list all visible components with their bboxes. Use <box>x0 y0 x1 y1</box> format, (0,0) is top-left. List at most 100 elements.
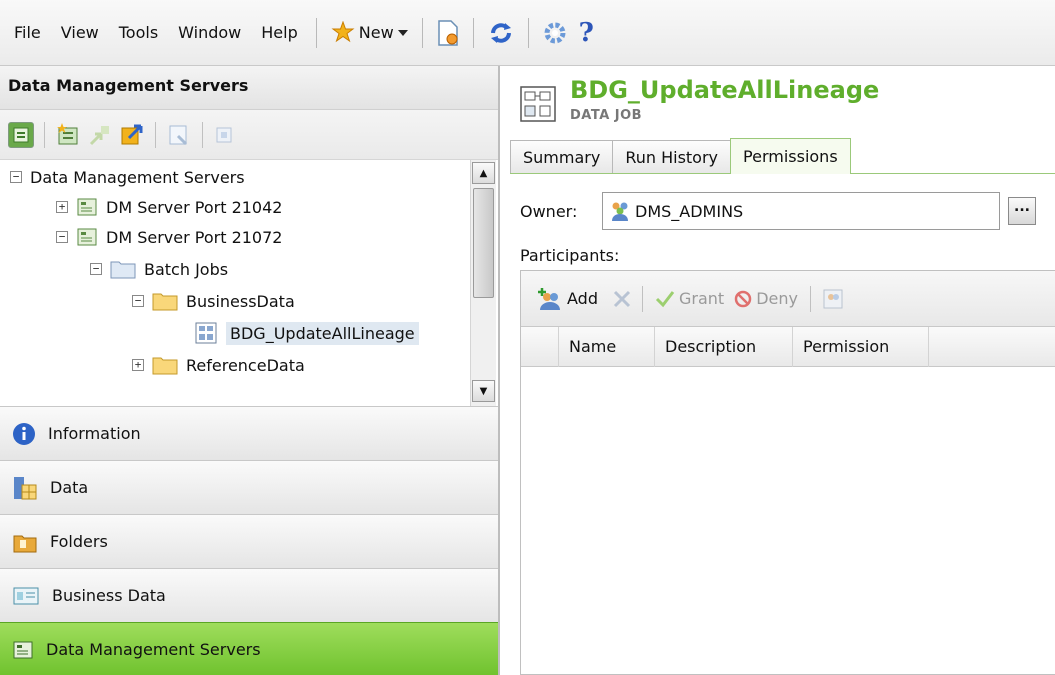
data-job-icon <box>518 84 558 124</box>
deny-icon <box>734 290 752 308</box>
tree-item-batch-jobs[interactable]: − Batch Jobs <box>90 254 228 284</box>
participants-toolbar: Add Grant Deny <box>521 271 1055 327</box>
toolbar-separator <box>202 121 203 148</box>
check-icon <box>655 289 675 309</box>
tree-item-referencedata[interactable]: + ReferenceData <box>132 350 305 380</box>
accordion-folders[interactable]: Folders <box>0 514 498 568</box>
tree-item-label: BDG_UpdateAllLineage <box>226 321 419 345</box>
tree-item-label: Data Management Servers <box>30 167 245 187</box>
copy-icon <box>213 124 235 146</box>
grid-header-spacer <box>521 326 559 367</box>
tree-item-bdg-updatealllineage[interactable]: BDG_UpdateAllLineage <box>194 318 419 348</box>
data-table-icon <box>12 475 38 501</box>
folders-icon <box>12 530 38 554</box>
tree-item-label: DM Server Port 21042 <box>106 197 283 217</box>
properties-icon <box>166 122 192 148</box>
new-server-icon[interactable] <box>55 122 81 148</box>
folder-icon <box>152 354 178 376</box>
detail-pane: BDG_UpdateAllLineage DATA JOB Summary Ru… <box>502 66 1055 675</box>
deny-button-label: Deny <box>756 289 798 308</box>
accordion-information[interactable]: Information <box>0 406 498 460</box>
data-job-icon <box>194 321 218 345</box>
settings-icon[interactable] <box>543 21 567 45</box>
menu-file[interactable]: File <box>4 23 51 42</box>
tree-item-label: ReferenceData <box>186 355 305 375</box>
menu-window[interactable]: Window <box>168 23 251 42</box>
participants-grid: Add Grant Deny Name Description Permissi… <box>520 270 1055 675</box>
expand-icon[interactable]: + <box>132 359 144 371</box>
new-icon <box>331 20 355 45</box>
toolbar-separator <box>472 17 474 48</box>
server-icon <box>76 196 98 218</box>
chevron-down-icon <box>397 29 408 37</box>
scrollbar-thumb[interactable] <box>473 188 494 298</box>
group-icon <box>609 200 631 222</box>
tree-item-data-management-servers[interactable]: − Data Management Servers <box>10 162 245 192</box>
column-description[interactable]: Description <box>655 326 793 367</box>
left-pane: Data Management Servers − Data Managemen… <box>0 66 500 675</box>
tree-item-businessdata[interactable]: − BusinessData <box>132 286 295 316</box>
collapse-icon[interactable]: − <box>56 231 68 243</box>
toolbar-separator <box>155 121 156 148</box>
document-icon[interactable] <box>437 19 459 46</box>
accordion-business-data[interactable]: Business Data <box>0 568 498 622</box>
tree-item-label: DM Server Port 21072 <box>106 227 283 247</box>
tab-run-history[interactable]: Run History <box>612 140 732 174</box>
tree-scrollbar[interactable]: ▲ ▼ <box>470 160 496 406</box>
tree-item-label: Batch Jobs <box>144 259 229 279</box>
server-icon <box>76 226 98 248</box>
add-user-icon <box>537 287 563 311</box>
server-icon <box>12 639 34 661</box>
user-properties-icon <box>821 287 845 311</box>
owner-value: DMS_ADMINS <box>635 201 744 221</box>
menu-view[interactable]: View <box>51 23 109 42</box>
toolbar-separator <box>421 17 423 48</box>
toolbar-separator <box>527 17 529 48</box>
menu-tools[interactable]: Tools <box>109 23 168 42</box>
toolbar-separator <box>809 285 811 312</box>
tab-summary[interactable]: Summary <box>510 140 614 174</box>
tree-item-dm-server-21042[interactable]: + DM Server Port 21042 <box>56 192 282 222</box>
owner-label: Owner: <box>520 202 578 221</box>
accordion-data-management-servers[interactable]: Data Management Servers <box>0 622 498 675</box>
left-pane-toolbar <box>0 110 498 160</box>
add-button-label: Add <box>567 289 598 308</box>
owner-browse-button[interactable]: ... <box>1008 197 1036 225</box>
job-title: BDG_UpdateAllLineage <box>570 76 880 104</box>
tree-item-dm-server-21072[interactable]: − DM Server Port 21072 <box>56 222 282 252</box>
collapse-icon[interactable]: − <box>90 263 102 275</box>
add-participant-button[interactable]: Add <box>535 287 600 311</box>
column-permission[interactable]: Permission <box>793 326 929 367</box>
deny-button[interactable]: Deny <box>732 289 800 308</box>
accordion-label: Business Data <box>52 586 166 605</box>
expand-icon[interactable]: + <box>56 201 68 213</box>
refresh-icon[interactable] <box>488 20 514 46</box>
folder-icon <box>110 258 136 280</box>
collapse-icon[interactable]: − <box>132 295 144 307</box>
new-button-label: New <box>358 23 394 42</box>
tab-permissions[interactable]: Permissions <box>730 138 851 174</box>
menu-bar: File View Tools Window Help New ? <box>0 0 1055 66</box>
job-type: DATA JOB <box>570 108 643 123</box>
toolbar-separator <box>315 17 317 48</box>
new-button[interactable]: New <box>325 20 414 45</box>
left-pane-title: Data Management Servers <box>0 66 498 110</box>
server-tree: − Data Management Servers + DM Server Po… <box>0 160 498 406</box>
scroll-up-icon[interactable]: ▲ <box>472 162 495 184</box>
grant-button-label: Grant <box>678 289 725 308</box>
collapse-icon[interactable]: − <box>10 171 22 183</box>
tree-item-label: BusinessData <box>186 291 295 311</box>
column-name[interactable]: Name <box>559 326 655 367</box>
menu-help[interactable]: Help <box>251 23 307 42</box>
owner-field[interactable]: DMS_ADMINS <box>602 192 1000 230</box>
scroll-down-icon[interactable]: ▼ <box>472 380 495 402</box>
accordion-label: Data <box>50 478 89 497</box>
export-icon[interactable] <box>119 122 145 148</box>
detail-tabs: Summary Run History Permissions <box>510 138 851 174</box>
accordion-data[interactable]: Data <box>0 460 498 514</box>
grant-button[interactable]: Grant <box>653 289 726 309</box>
toolbar-separator <box>641 285 643 312</box>
help-icon[interactable]: ? <box>579 18 594 48</box>
collapse-all-icon[interactable] <box>8 121 34 148</box>
info-icon <box>12 422 36 446</box>
